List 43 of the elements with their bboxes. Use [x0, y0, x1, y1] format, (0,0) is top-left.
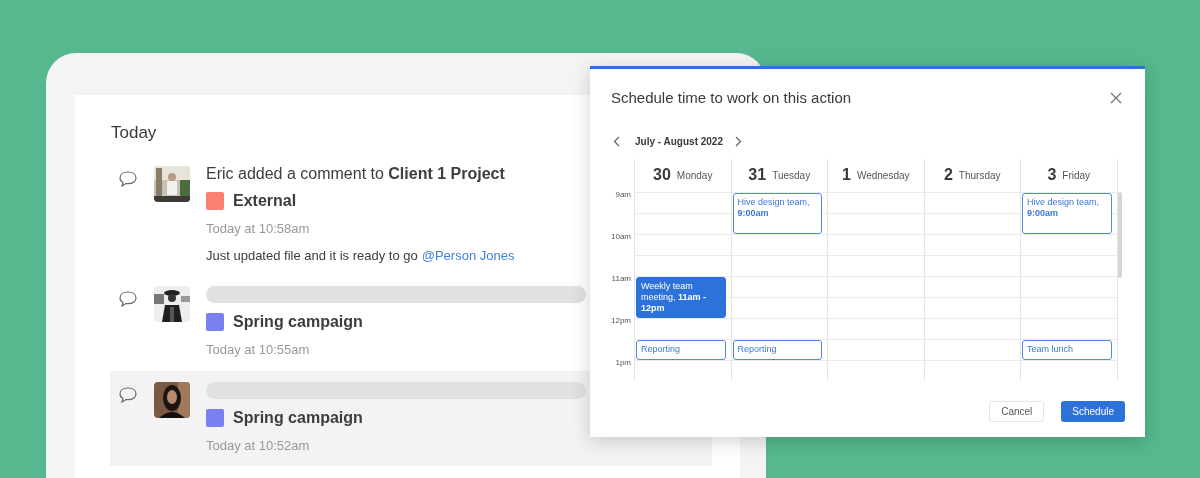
- weekday-label: Tuesday: [772, 168, 811, 183]
- weekday-label: Friday: [1062, 168, 1091, 183]
- day-number: 31: [748, 165, 767, 185]
- mention-link[interactable]: @Person Jones: [421, 246, 515, 266]
- tag-label: Spring campaign: [233, 311, 363, 332]
- close-button[interactable]: [1109, 91, 1123, 106]
- comment-icon: [118, 289, 138, 308]
- comment-icon: [118, 169, 138, 188]
- time-label: 1pm: [615, 356, 631, 369]
- comment-icon: [118, 386, 138, 404]
- time-label: 10am: [611, 230, 631, 243]
- tag-label: Spring campaign: [233, 408, 363, 428]
- timestamp: Today at 10:52am: [206, 437, 311, 455]
- close-icon: [1110, 92, 1122, 105]
- section-heading: Today: [111, 122, 157, 144]
- calendar-event[interactable]: Reporting: [732, 339, 822, 360]
- timestamp: Today at 10:55am: [206, 340, 311, 359]
- tag-label: External: [233, 190, 297, 211]
- day-number: 1: [841, 165, 851, 185]
- scrollbar-thumb[interactable]: [1118, 191, 1122, 278]
- schedule-button[interactable]: Schedule: [1061, 400, 1125, 422]
- calendar-event[interactable]: Hive design team, 9:00am: [732, 192, 822, 234]
- calendar-event[interactable]: Weekly team meeting, 11am - 12pm: [636, 276, 726, 318]
- chevron-right-icon: [735, 135, 742, 147]
- day-number: 2: [943, 165, 953, 185]
- weekday-label: Thursday: [958, 168, 1001, 183]
- weekday-label: Monday: [676, 168, 713, 183]
- cancel-button[interactable]: Cancel: [989, 400, 1045, 422]
- calendar-event[interactable]: Reporting: [636, 339, 726, 360]
- time-label: 9am: [615, 188, 631, 201]
- day-number: 3: [1047, 165, 1057, 185]
- activity-title: Eric added a comment to Client 1 Project: [206, 163, 506, 184]
- time-label: 12pm: [611, 314, 631, 327]
- dialog-title: Schedule time to work on this action: [611, 88, 852, 108]
- calendar-event[interactable]: Hive design team, 9:00am: [1022, 192, 1112, 234]
- calendar-event[interactable]: Team lunch: [1022, 339, 1112, 360]
- weekday-label: Wednesday: [856, 168, 910, 183]
- time-label: 11am: [611, 272, 631, 285]
- date-range: July - August 2022: [635, 134, 723, 149]
- chevron-left-icon: [613, 135, 620, 147]
- day-number: 30: [653, 165, 671, 185]
- timestamp: Today at 10:58am: [206, 219, 311, 238]
- comment-text: Just updated file and it is ready to go: [206, 247, 418, 265]
